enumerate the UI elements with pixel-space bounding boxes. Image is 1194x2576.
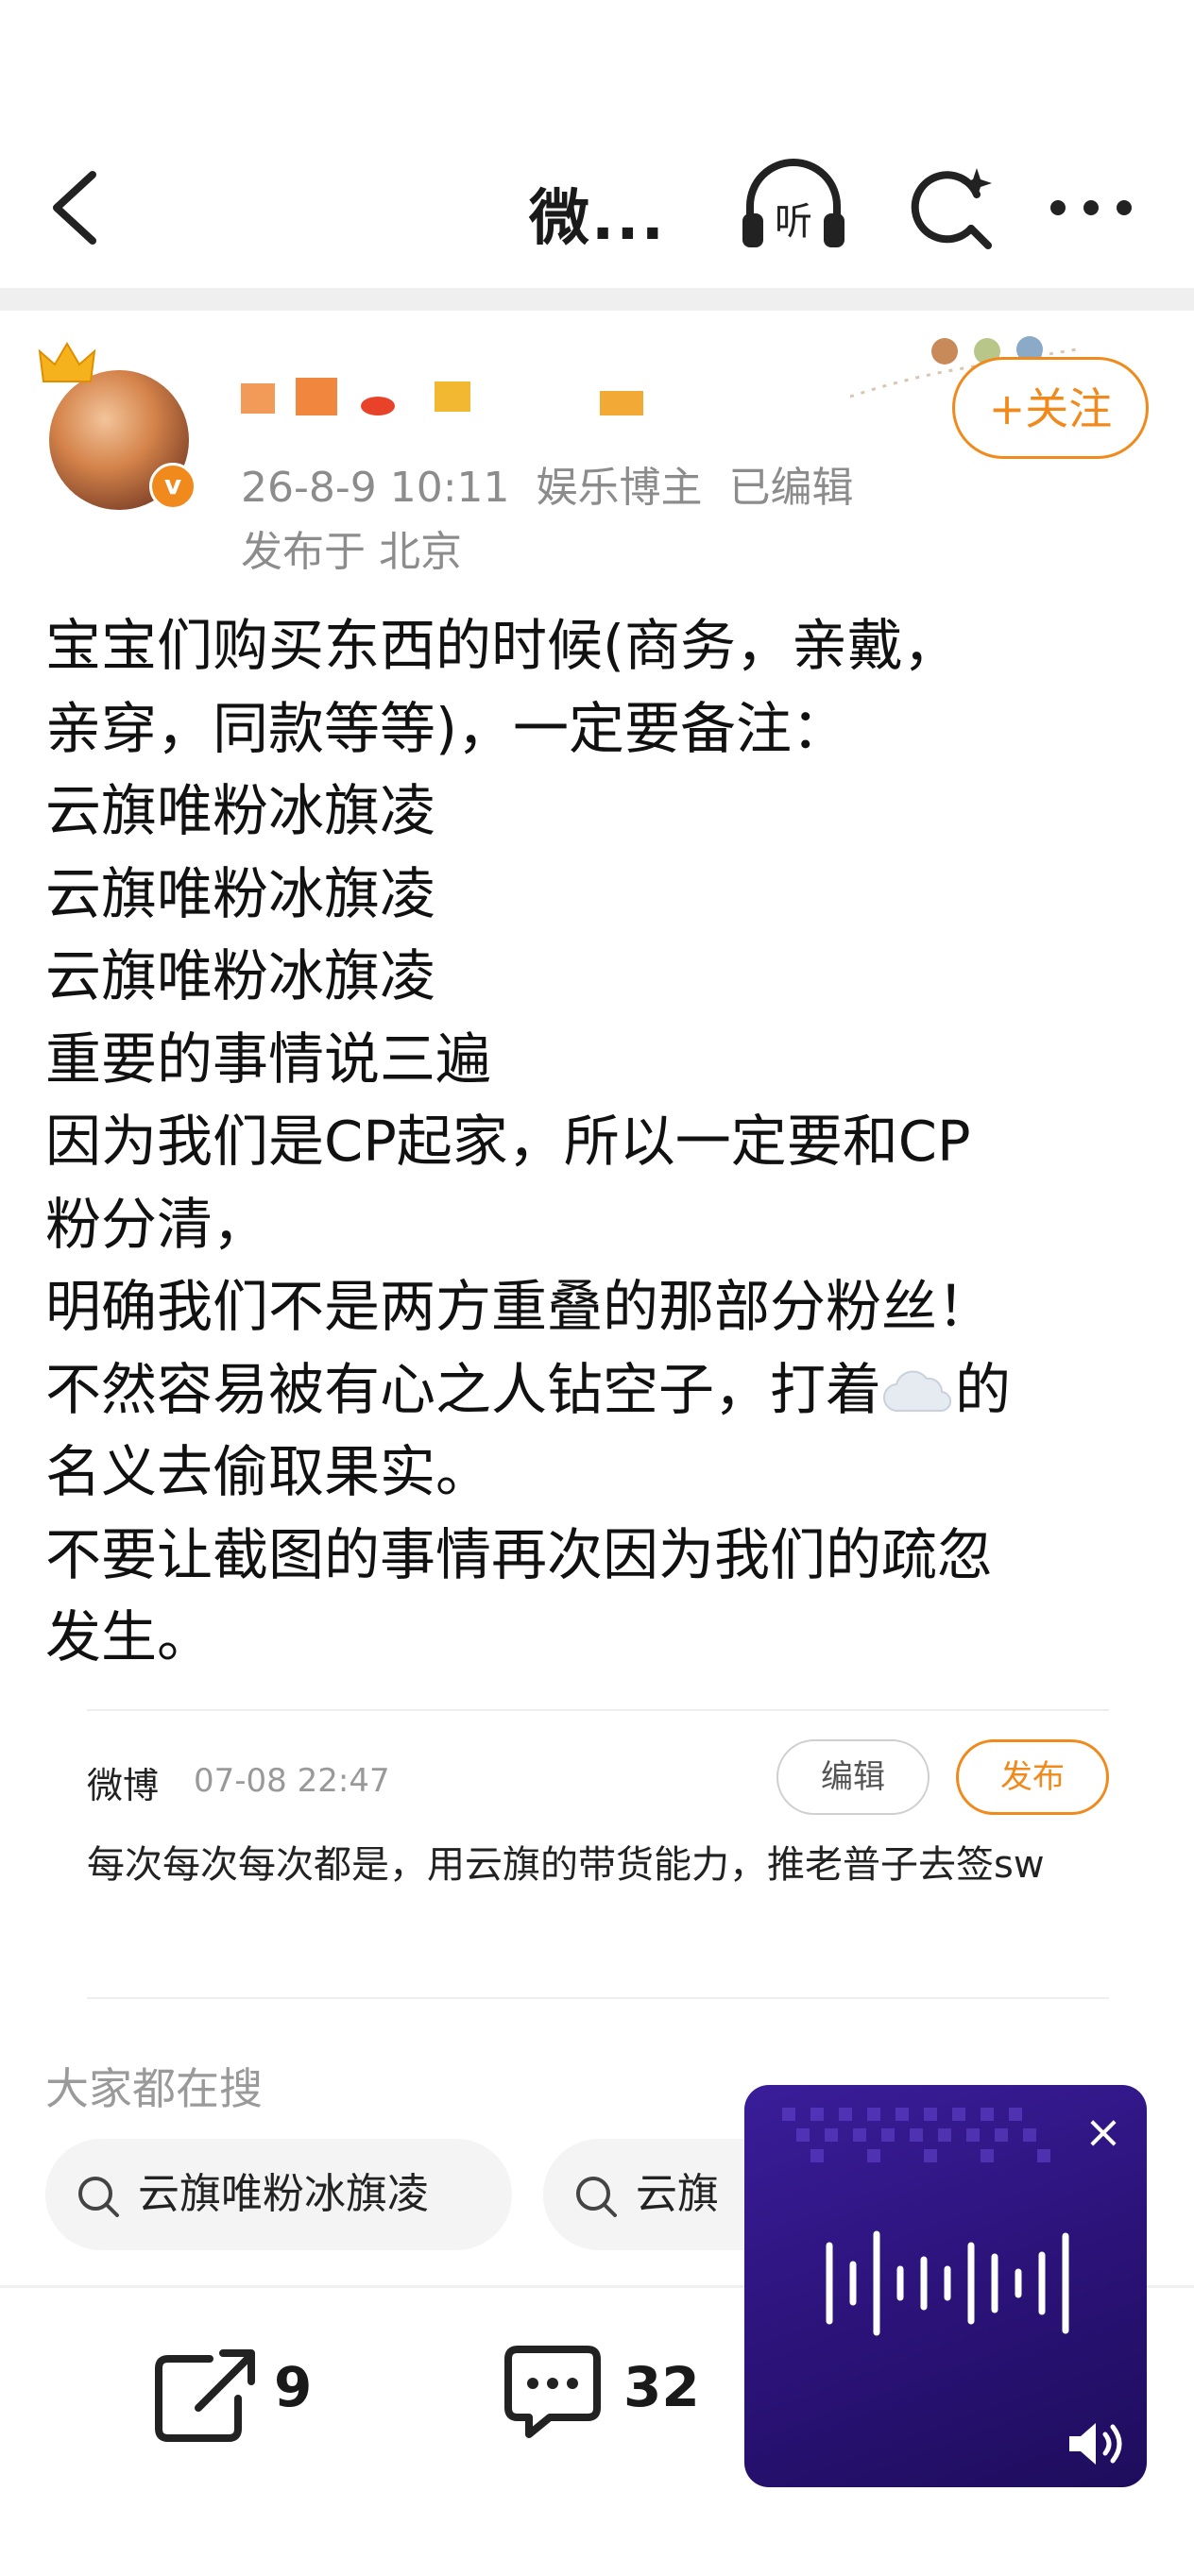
divider — [87, 1709, 1109, 1711]
page-title: 微... — [529, 184, 666, 254]
body-line: 名义去偷取果实。 — [45, 1439, 492, 1504]
post-meta: 26-8-9 10:11 娱乐博主 已编辑 — [241, 453, 880, 514]
body-line: 重要的事情说三遍 — [45, 1025, 492, 1092]
speaker-icon[interactable] — [1066, 2415, 1128, 2472]
body-line: 云旗唯粉冰旗凌 — [45, 943, 436, 1008]
body-line: 云旗唯粉冰旗凌 — [45, 778, 436, 843]
draft-source: 微博 — [87, 1765, 160, 1806]
post-location: 发布于 北京 — [241, 528, 462, 576]
edited-label[interactable]: 已编辑 — [729, 464, 854, 512]
soundwave-icon — [826, 2230, 1069, 2336]
trending-search-title: 大家都在搜 — [45, 2063, 263, 2114]
refresh-search-icon[interactable] — [897, 159, 1001, 253]
search-icon — [78, 2177, 119, 2217]
body-line: 云旗唯粉冰旗凌 — [45, 860, 436, 926]
comment-count[interactable]: 32 — [623, 2355, 700, 2419]
close-icon[interactable]: × — [1077, 2106, 1130, 2159]
draft-time: 07-08 22:47 — [194, 1762, 390, 1800]
body-line: 明确我们不是两方重叠的那部分粉丝！ — [45, 1274, 994, 1339]
cloud-emoji-icon — [882, 1370, 952, 1413]
headphones-icon: 听 — [742, 159, 844, 247]
body-line: 亲穿，同款等等)，一定要备注： — [45, 695, 848, 761]
header-divider — [0, 288, 1194, 311]
body-line: 不要让截图的事情再次因为我们的疏忽 — [45, 1521, 994, 1587]
listen-button[interactable]: 听 — [737, 159, 850, 253]
post-time: 26-8-9 10:11 — [241, 464, 510, 512]
body-text: 不然容易被有心之人钻空子，打着 — [45, 1356, 882, 1422]
repost-icon[interactable] — [151, 2342, 264, 2446]
body-line: 因为我们是CP起家，所以一定要和CP — [45, 1109, 971, 1174]
comment-icon[interactable] — [501, 2338, 605, 2442]
search-chip[interactable]: 云旗唯粉冰旗凌 — [45, 2139, 512, 2250]
crown-icon — [38, 342, 96, 382]
body-line: 宝宝们购买东西的时候(商务，亲戴， — [45, 613, 960, 678]
body-line: 粉分清， — [45, 1191, 269, 1257]
author-category: 娱乐博主 — [536, 464, 703, 512]
search-chip-label: 云旗 — [636, 2170, 719, 2218]
draft-text: 每次每次每次都是，用云旗的带货能力，推老普子去签sw — [87, 1843, 1045, 1887]
author-name[interactable] — [241, 370, 675, 423]
body-line: 发生。 — [45, 1604, 213, 1669]
repost-count[interactable]: 9 — [274, 2355, 312, 2419]
body-line: 不然容易被有心之人钻空子，打着 的 — [45, 1348, 1160, 1432]
more-icon[interactable] — [1044, 175, 1138, 241]
search-chip-label: 云旗唯粉冰旗凌 — [138, 2170, 429, 2218]
edit-button[interactable]: 编辑 — [776, 1739, 930, 1815]
follow-button[interactable]: +关注 — [952, 357, 1149, 459]
post-body: 宝宝们购买东西的时候(商务，亲戴， 亲穿，同款等等)，一定要备注： 云旗唯粉冰旗… — [45, 604, 1160, 1679]
verified-badge: v — [149, 463, 196, 510]
floating-audio-player[interactable]: × — [744, 2085, 1147, 2487]
divider — [87, 1997, 1109, 1999]
back-icon[interactable] — [38, 165, 113, 250]
search-icon — [576, 2177, 617, 2217]
publish-button[interactable]: 发布 — [956, 1739, 1109, 1815]
listen-icon-text: 听 — [775, 200, 812, 244]
avatar[interactable]: v — [38, 340, 208, 519]
body-text: 的 — [955, 1356, 1012, 1422]
top-bar: 微... 听 — [0, 0, 1194, 288]
